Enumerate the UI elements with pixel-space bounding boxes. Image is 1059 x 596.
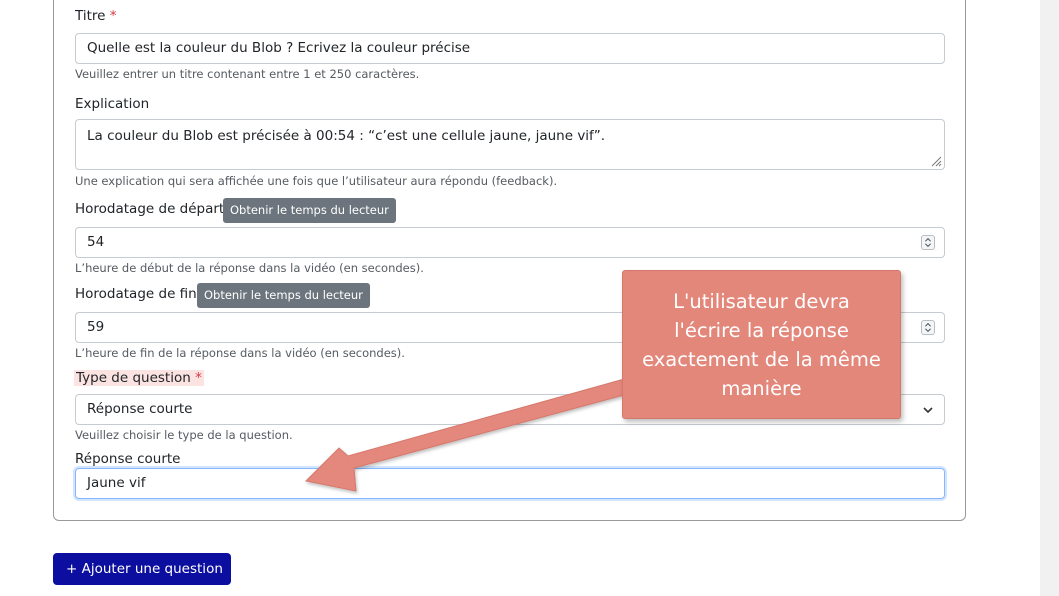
explanation-textarea[interactable]: La couleur du Blob est précisée à 00:54 … xyxy=(75,119,945,170)
callout-line: manière xyxy=(721,377,802,400)
start-label: Horodatage de départ xyxy=(75,201,225,217)
title-label-text: Titre xyxy=(75,8,106,24)
required-mark: * xyxy=(195,370,202,386)
title-label: Titre * xyxy=(75,8,116,24)
callout-line: l'écrire la réponse xyxy=(674,319,849,342)
number-spinner-icon[interactable] xyxy=(921,320,935,335)
start-value: 54 xyxy=(87,234,105,250)
question-type-help: Veuillez choisir le type de la question. xyxy=(75,428,293,442)
required-mark: * xyxy=(109,8,117,24)
scrollbar-track[interactable] xyxy=(1040,0,1059,596)
short-answer-label: Réponse courte xyxy=(75,451,181,467)
end-value: 59 xyxy=(87,319,105,335)
title-help: Veuillez entrer un titre contenant entre… xyxy=(75,67,420,81)
start-timestamp-input[interactable]: 54 xyxy=(75,227,945,258)
annotation-callout: L'utilisateur devra l'écrire la réponse … xyxy=(622,270,901,419)
number-spinner-icon[interactable] xyxy=(921,235,935,250)
start-help: L’heure de début de la réponse dans la v… xyxy=(75,261,424,275)
explanation-label: Explication xyxy=(75,96,150,112)
end-label: Horodatage de fin xyxy=(75,286,197,302)
explanation-text: La couleur du Blob est précisée à 00:54 … xyxy=(87,128,606,144)
chevron-down-icon xyxy=(923,407,933,414)
title-input[interactable]: Quelle est la couleur du Blob ? Ecrivez … xyxy=(75,33,945,64)
short-answer-input[interactable]: Jaune vif xyxy=(75,468,945,499)
callout-line: exactement de la même xyxy=(642,348,881,371)
add-question-button[interactable]: + Ajouter une question xyxy=(53,553,231,585)
explanation-help: Une explication qui sera affichée une fo… xyxy=(75,174,558,188)
get-end-time-button[interactable]: Obtenir le temps du lecteur xyxy=(197,283,370,308)
resize-handle-icon[interactable] xyxy=(930,155,942,167)
question-type-value: Réponse courte xyxy=(87,401,193,417)
question-type-label-text: Type de question xyxy=(76,370,191,386)
get-start-time-button[interactable]: Obtenir le temps du lecteur xyxy=(223,198,396,223)
end-help: L’heure de fin de la réponse dans la vid… xyxy=(75,346,405,360)
callout-line: L'utilisateur devra xyxy=(673,290,850,313)
question-type-label: Type de question * xyxy=(74,370,204,386)
